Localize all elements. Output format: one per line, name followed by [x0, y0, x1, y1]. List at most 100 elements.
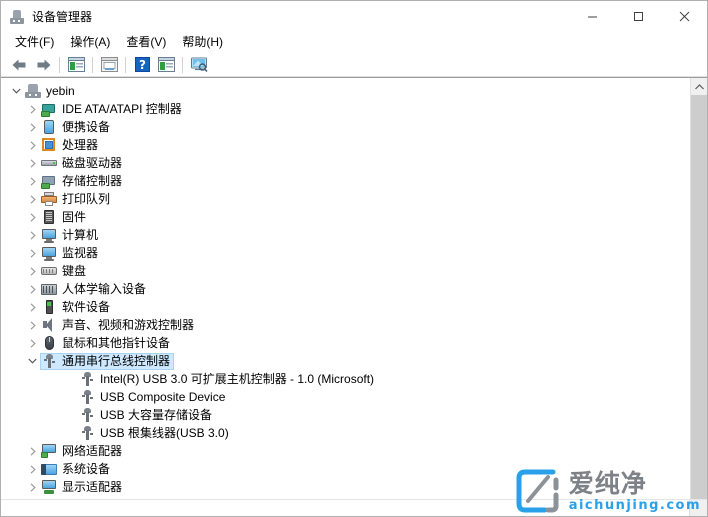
tree-item-content[interactable]: IDE ATA/ATAPI 控制器: [40, 101, 186, 118]
tree-item-content[interactable]: 监视器: [40, 245, 102, 262]
tree-item-label: 便携设备: [62, 120, 111, 134]
close-button[interactable]: [661, 1, 707, 32]
tree-item-label: 监视器: [62, 246, 99, 260]
chevron-down-icon[interactable]: [25, 358, 40, 364]
device-tree-panel[interactable]: yebin IDE ATA/ATAPI 控制器便携设备处理器 磁盘驱动器 存储控制器打…: [1, 78, 690, 499]
tree-item-label: 键盘: [62, 264, 87, 278]
chevron-right-icon[interactable]: [25, 284, 40, 294]
system-device-icon: [41, 461, 57, 477]
toolbar-separator-2: [92, 56, 93, 73]
tree-item[interactable]: USB Composite Device: [1, 388, 690, 406]
tree-item-content[interactable]: 固件: [40, 209, 90, 226]
chevron-right-icon[interactable]: [25, 338, 40, 348]
monitor-icon: [41, 245, 57, 261]
hid-device-icon: [41, 281, 57, 297]
tree-item-content[interactable]: USB 根集线器(USB 3.0): [78, 425, 233, 442]
tree-item-content[interactable]: 打印队列: [40, 191, 114, 208]
chevron-right-icon[interactable]: [25, 140, 40, 150]
tree-item-label: 鼠标和其他指针设备: [62, 336, 171, 350]
tree-item[interactable]: 处理器: [1, 136, 690, 154]
menu-view[interactable]: 查看(V): [118, 33, 174, 52]
vertical-scroll-thumb[interactable]: [691, 95, 707, 499]
help-icon[interactable]: ?: [130, 54, 154, 76]
chevron-down-icon[interactable]: [9, 88, 24, 94]
tree-item[interactable]: 便携设备: [1, 118, 690, 136]
tree-item-content[interactable]: 磁盘驱动器: [40, 155, 126, 172]
tree-item[interactable]: USB 大容量存储设备: [1, 406, 690, 424]
tree-item-content[interactable]: 系统设备: [40, 461, 114, 478]
horizontal-scroll-track[interactable]: [1, 500, 690, 516]
tree-item[interactable]: 人体学输入设备: [1, 280, 690, 298]
tree-item-content[interactable]: USB Composite Device: [78, 389, 229, 406]
tree-item[interactable]: 网络适配器: [1, 442, 690, 460]
window-title: 设备管理器: [32, 9, 93, 24]
minimize-button[interactable]: [569, 1, 615, 32]
tree-item[interactable]: 磁盘驱动器: [1, 154, 690, 172]
menu-help[interactable]: 帮助(H): [174, 33, 231, 52]
tree-item[interactable]: 打印队列: [1, 190, 690, 208]
tree-item-content[interactable]: 存储控制器: [40, 173, 126, 190]
tree-item[interactable]: yebin: [1, 82, 690, 100]
tree-item-label: 网络适配器: [62, 444, 123, 458]
horizontal-scroll-thumb[interactable]: [1, 500, 690, 516]
tree-item-content[interactable]: 网络适配器: [40, 443, 126, 460]
vertical-scroll-track[interactable]: [691, 95, 707, 499]
chevron-right-icon[interactable]: [25, 320, 40, 330]
tree-item-content[interactable]: 鼠标和其他指针设备: [40, 335, 174, 352]
tree-item[interactable]: Intel(R) USB 3.0 可扩展主机控制器 - 1.0 (Microso…: [1, 370, 690, 388]
chevron-right-icon[interactable]: [25, 212, 40, 222]
tree-item[interactable]: 软件设备: [1, 298, 690, 316]
menu-bar: 文件(F) 操作(A) 查看(V) 帮助(H): [1, 32, 707, 53]
chevron-right-icon[interactable]: [25, 176, 40, 186]
chevron-right-icon[interactable]: [25, 446, 40, 456]
tree-item-content[interactable]: 计算机: [40, 227, 102, 244]
tree-item-content[interactable]: 通用串行总线控制器: [40, 352, 175, 370]
scroll-up-arrow-icon[interactable]: [691, 78, 707, 95]
tree-item-content[interactable]: Intel(R) USB 3.0 可扩展主机控制器 - 1.0 (Microso…: [78, 371, 378, 388]
tree-item-content[interactable]: 人体学输入设备: [40, 281, 150, 298]
chevron-right-icon[interactable]: [25, 122, 40, 132]
toolbar-separator-1: [59, 56, 60, 73]
forward-arrow-icon[interactable]: [31, 54, 55, 76]
chevron-right-icon[interactable]: [25, 302, 40, 312]
tree-item[interactable]: 监视器: [1, 244, 690, 262]
tree-item-content[interactable]: USB 大容量存储设备: [78, 407, 216, 424]
tree-item[interactable]: 声音、视频和游戏控制器: [1, 316, 690, 334]
chevron-right-icon[interactable]: [25, 266, 40, 276]
update-driver-icon[interactable]: [154, 54, 178, 76]
tree-item-content[interactable]: 键盘: [40, 263, 90, 280]
vertical-scrollbar[interactable]: [690, 78, 707, 499]
tree-item[interactable]: 存储控制器: [1, 172, 690, 190]
horizontal-scrollbar[interactable]: [1, 499, 707, 516]
scan-hardware-changes-icon[interactable]: [187, 54, 211, 76]
chevron-right-icon[interactable]: [25, 482, 40, 492]
chevron-right-icon[interactable]: [25, 248, 40, 258]
tree-item[interactable]: USB 根集线器(USB 3.0): [1, 424, 690, 442]
properties-icon[interactable]: [97, 54, 121, 76]
show-hide-console-tree-icon[interactable]: [64, 54, 88, 76]
tree-item[interactable]: 键盘: [1, 262, 690, 280]
tree-item-content[interactable]: 显示适配器: [40, 479, 126, 496]
device-tree[interactable]: yebin IDE ATA/ATAPI 控制器便携设备处理器 磁盘驱动器 存储控制器打…: [1, 82, 690, 496]
chevron-right-icon[interactable]: [25, 194, 40, 204]
tree-item[interactable]: 显示适配器: [1, 478, 690, 496]
back-arrow-icon[interactable]: [7, 54, 31, 76]
tree-item[interactable]: IDE ATA/ATAPI 控制器: [1, 100, 690, 118]
tree-item-content[interactable]: 声音、视频和游戏控制器: [40, 317, 198, 334]
chevron-right-icon[interactable]: [25, 464, 40, 474]
tree-item[interactable]: 系统设备: [1, 460, 690, 478]
menu-file[interactable]: 文件(F): [7, 33, 62, 52]
tree-item[interactable]: 固件: [1, 208, 690, 226]
tree-item-content[interactable]: 软件设备: [40, 299, 114, 316]
tree-item[interactable]: 通用串行总线控制器: [1, 352, 690, 370]
chevron-right-icon[interactable]: [25, 230, 40, 240]
tree-item[interactable]: 鼠标和其他指针设备: [1, 334, 690, 352]
tree-item-content[interactable]: 便携设备: [40, 119, 114, 136]
tree-item-content[interactable]: 处理器: [40, 137, 102, 154]
chevron-right-icon[interactable]: [25, 158, 40, 168]
maximize-button[interactable]: [615, 1, 661, 32]
tree-item[interactable]: 计算机: [1, 226, 690, 244]
chevron-right-icon[interactable]: [25, 104, 40, 114]
menu-action[interactable]: 操作(A): [62, 33, 118, 52]
tree-item-content[interactable]: yebin: [24, 83, 79, 100]
